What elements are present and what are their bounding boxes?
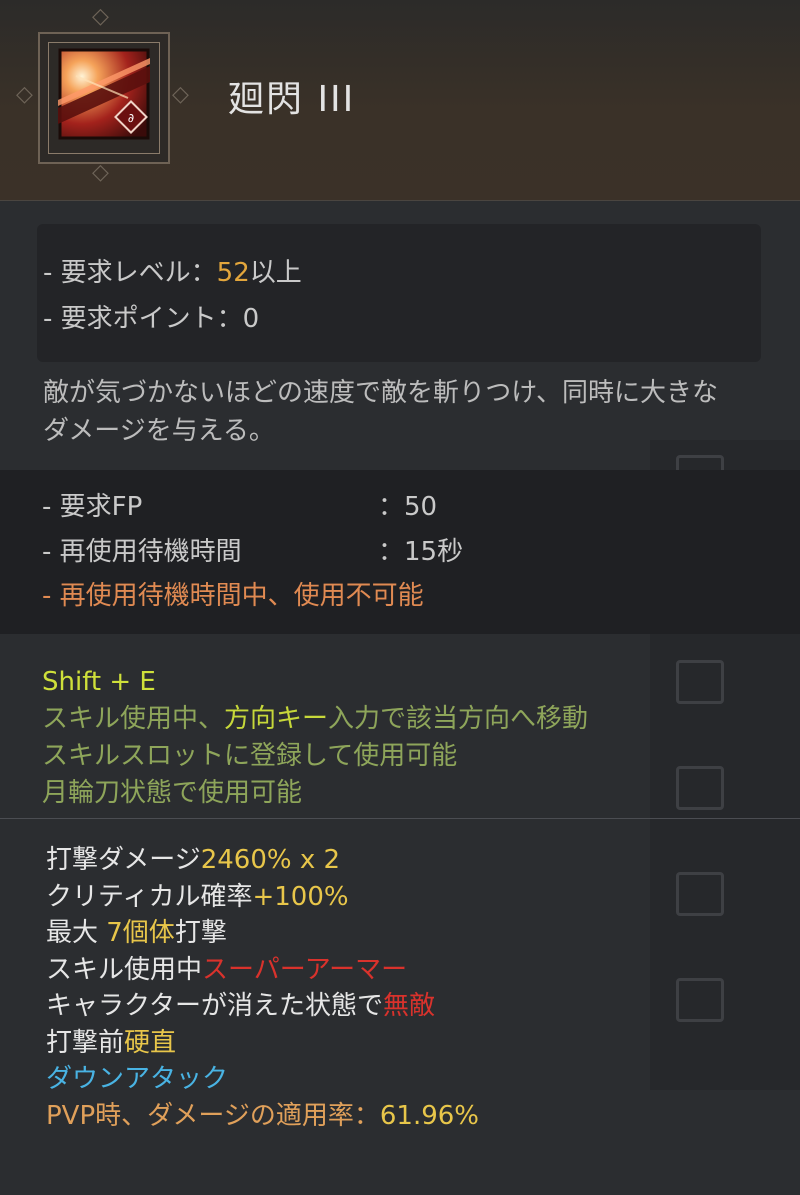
- required-fp-label: - 要求FP: [42, 492, 143, 522]
- required-fp-value: ：50: [378, 492, 438, 522]
- stat-crit: クリティカル確率+100%: [46, 881, 349, 912]
- slot-lock-icon: [676, 978, 724, 1022]
- cooldown-label: - 再使用待機時間: [42, 537, 242, 567]
- cooldown-warning: - 再使用待機時間中、使用不可能: [42, 581, 424, 611]
- required-level: - 要求レベル：52以上: [43, 258, 302, 288]
- requirements-box: [37, 224, 761, 362]
- skill-description: 敵が気づかないほどの速度で敵を斬りつけ、同時に大きなダメージを与える。: [43, 378, 718, 446]
- stat-pvp: PVP時、ダメージの適用率：61.96%: [46, 1100, 479, 1131]
- stat-stiffness: 打撃前硬直: [46, 1027, 177, 1058]
- control-line-2: スキルスロットに登録して使用可能: [42, 741, 458, 771]
- command-key: Shift + E: [42, 667, 156, 697]
- slot-box-icon: [676, 660, 724, 704]
- control-line-3: 月輪刀状態で使用可能: [42, 778, 303, 808]
- ornament-bottom-icon: ◇: [92, 160, 109, 185]
- required-level-value: 52: [216, 258, 250, 288]
- ornament-top-icon: ◇: [92, 4, 109, 29]
- section-divider: [0, 818, 800, 819]
- svg-text:∂: ∂: [128, 111, 134, 125]
- skill-slash-icon: ∂: [58, 48, 150, 140]
- slot-lock-icon: [676, 872, 724, 916]
- required-points: - 要求ポイント：0: [43, 304, 260, 334]
- stat-superarmor: スキル使用中スーパーアーマー: [46, 954, 408, 985]
- controls-section: Shift + E スキル使用中、方向キー入力で該当方向へ移動 スキルスロットに…: [42, 664, 588, 812]
- stat-invincible: キャラクターが消えた状態で無敵: [46, 991, 435, 1021]
- ornament-right-icon: ◇: [172, 82, 189, 107]
- stat-targets: 最大 7個体打撃: [46, 918, 227, 948]
- control-line-1: スキル使用中、方向キー入力で該当方向へ移動: [42, 704, 589, 734]
- stat-down-attack: ダウンアタック: [46, 1064, 229, 1094]
- slot-lock-icon: [676, 766, 724, 810]
- ornament-left-icon: ◇: [16, 82, 33, 107]
- direction-key-label: 方向キー: [224, 704, 329, 734]
- skill-title: 廻閃 III: [228, 79, 356, 120]
- stat-damage: 打撃ダメージ2460% x 2: [46, 845, 341, 875]
- cooldown-value: ：15秒: [378, 537, 464, 567]
- skill-stats: 打撃ダメージ2460% x 2 クリティカル確率+100% 最大 7個体打撃 ス…: [46, 842, 479, 1134]
